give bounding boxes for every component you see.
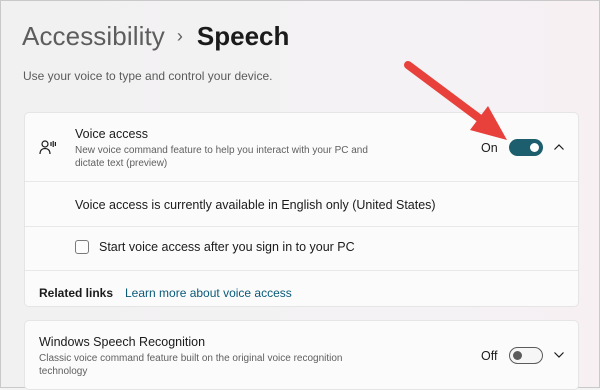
toggle-knob [513, 351, 522, 360]
speech-recognition-toggle-state: Off [481, 349, 498, 363]
speech-recognition-title: Windows Speech Recognition [39, 335, 206, 349]
start-voice-access-label[interactable]: Start voice access after you sign in to … [99, 240, 355, 254]
divider [25, 181, 578, 182]
voice-access-card: Voice access New voice command feature t… [24, 112, 579, 307]
learn-more-voice-access-link[interactable]: Learn more about voice access [125, 286, 292, 300]
chevron-up-icon[interactable] [553, 143, 565, 151]
page-title: Speech [196, 21, 290, 51]
voice-access-description-line2: dictate text (preview) [75, 158, 168, 169]
divider [25, 226, 578, 227]
voice-access-header[interactable]: Voice access New voice command feature t… [25, 113, 578, 181]
start-voice-access-checkbox[interactable] [75, 240, 89, 254]
page-subtitle: Use your voice to type and control your … [23, 69, 273, 83]
availability-note: Voice access is currently available in E… [75, 198, 436, 212]
speech-recognition-toggle[interactable] [509, 347, 543, 364]
related-links-label: Related links [39, 286, 114, 300]
breadcrumb-separator-icon: › [176, 26, 183, 46]
breadcrumb-accessibility[interactable]: Accessibility [22, 21, 165, 52]
voice-access-toggle-state: On [481, 141, 498, 155]
speech-recognition-card[interactable]: Windows Speech Recognition Classic voice… [24, 320, 579, 390]
settings-window: Accessibility › Speech Use your voice to… [0, 0, 600, 390]
voice-access-toggle[interactable] [509, 139, 543, 156]
voice-access-description-line1: New voice command feature to help you in… [75, 145, 368, 156]
speech-recognition-description-line1: Classic voice command feature built on t… [39, 353, 343, 364]
divider [25, 270, 578, 271]
voice-access-title: Voice access [75, 127, 148, 141]
breadcrumb: Accessibility › Speech [22, 21, 289, 52]
voice-access-icon [39, 140, 56, 155]
toggle-knob [530, 143, 539, 152]
speech-recognition-description-line2: technology [39, 366, 88, 377]
chevron-down-icon[interactable] [553, 351, 565, 359]
